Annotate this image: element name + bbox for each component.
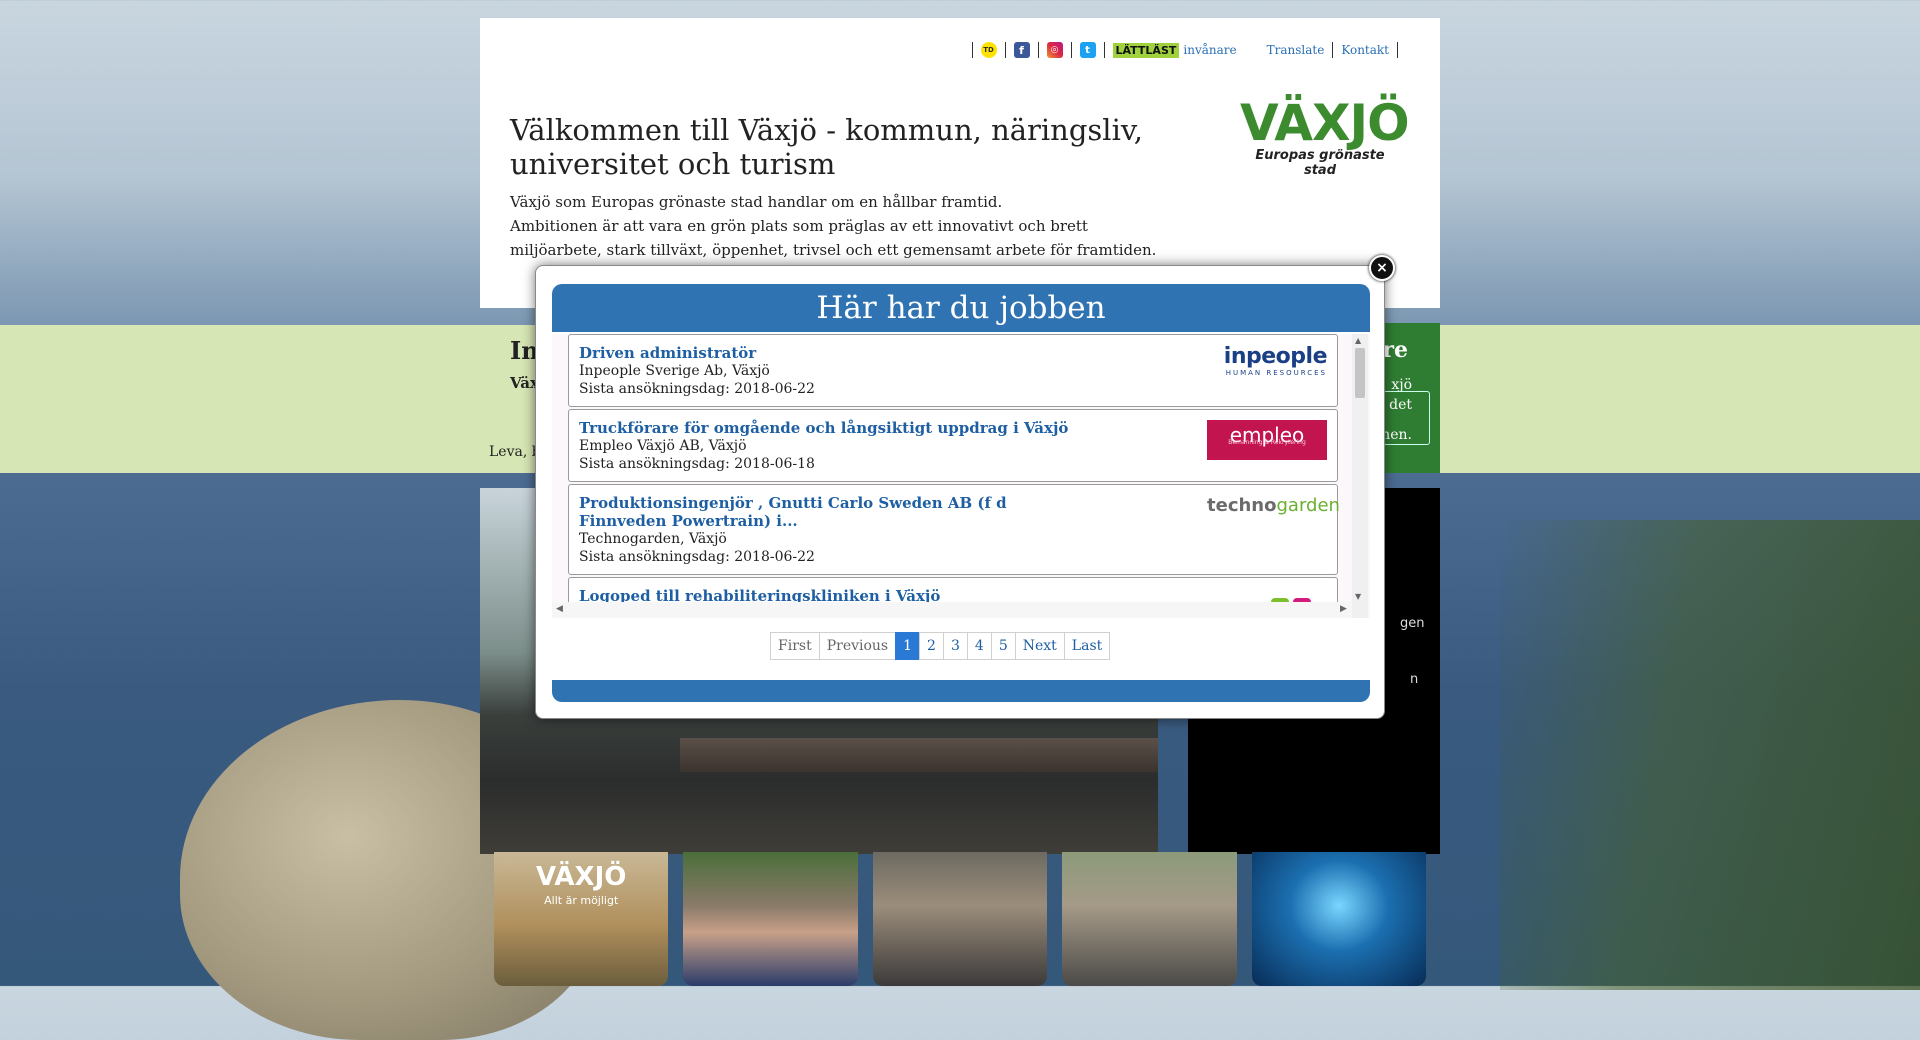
- logo-text: inpeople: [1223, 344, 1328, 369]
- logo-text-part: techno: [1207, 495, 1277, 516]
- thumbnail-concert[interactable]: [1251, 852, 1427, 986]
- logo-text-part: garden: [1276, 495, 1340, 516]
- close-icon[interactable]: ×: [1369, 255, 1395, 281]
- intro-line-1: Växjö som Europas grönaste stad handlar …: [510, 193, 1003, 211]
- pagination-last[interactable]: Last: [1063, 632, 1111, 660]
- thumbnail-title: VÄXJÖ: [536, 862, 627, 892]
- job-item: Truckförare för omgående och långsiktigt…: [568, 409, 1338, 482]
- news-link[interactable]: n: [1410, 672, 1418, 687]
- separator: [971, 42, 973, 58]
- logo-tagline: Europas grönaste stad: [1255, 148, 1385, 178]
- horizontal-scrollbar[interactable]: ◀ ▶: [552, 602, 1352, 618]
- jobs-scroll-area[interactable]: Driven administratör Inpeople Sverige Ab…: [552, 334, 1370, 618]
- technogarden-logo[interactable]: technogarden: [1207, 495, 1340, 535]
- thumbnail-row: VÄXJÖ Allt är möjligt: [494, 852, 1427, 986]
- pagination-next[interactable]: Next: [1014, 632, 1065, 660]
- logo-subtext: Bemanning & Rekrytering: [1228, 439, 1306, 446]
- vertical-scrollbar-thumb[interactable]: [1355, 348, 1365, 398]
- modal-title: Här har du jobben: [552, 284, 1370, 332]
- twitter-icon[interactable]: t: [1079, 42, 1096, 58]
- separator: [1103, 42, 1105, 58]
- separator: [1004, 42, 1006, 58]
- facebook-icon[interactable]: f: [1013, 42, 1030, 58]
- instagram-icon[interactable]: ◎: [1046, 42, 1063, 58]
- inpeople-logo[interactable]: inpeople HUMAN RESOURCES: [1207, 344, 1328, 385]
- section-caption: Leva, b: [489, 444, 541, 460]
- thumbnail-subtitle: Allt är möjligt: [544, 894, 619, 907]
- translate-link[interactable]: Translate: [1267, 43, 1325, 57]
- thumbnail-street[interactable]: [872, 852, 1048, 986]
- top-links-bar: TD f ◎ t LÄTTLÄST invånare Translate Kon…: [964, 42, 1407, 58]
- job-title-link[interactable]: Produktionsingenjör , Gnutti Carlo Swede…: [579, 494, 1099, 530]
- pagination-page-5[interactable]: 5: [990, 632, 1016, 660]
- job-item: Driven administratör Inpeople Sverige Ab…: [568, 334, 1338, 407]
- jobs-list: Driven administratör Inpeople Sverige Ab…: [568, 334, 1340, 618]
- logo-wordmark: VÄXJÖ: [1240, 94, 1410, 152]
- separator: [1070, 42, 1072, 58]
- job-deadline: Sista ansökningsdag: 2018-06-22: [579, 549, 815, 565]
- kontakt-link[interactable]: Kontakt: [1341, 43, 1389, 57]
- pagination: First Previous 1 2 3 4 5 Next Last: [770, 632, 1111, 660]
- thumbnail-vaxjo[interactable]: VÄXJÖ Allt är möjligt: [494, 852, 669, 986]
- background-grass-image: [1500, 520, 1920, 990]
- logo-text: technogarden: [1207, 495, 1340, 516]
- lattlast-badge[interactable]: LÄTTLÄST: [1112, 42, 1180, 58]
- invanare-link[interactable]: invånare: [1183, 43, 1236, 57]
- thumbnail-people[interactable]: [1062, 852, 1237, 986]
- logo-box: empleo Bemanning & Rekrytering: [1207, 420, 1327, 460]
- pagination-page-4[interactable]: 4: [966, 632, 992, 660]
- pagination-first[interactable]: First: [770, 632, 820, 660]
- scroll-left-arrow-icon[interactable]: ◀: [556, 604, 563, 614]
- pagination-page-2[interactable]: 2: [919, 632, 944, 660]
- news-link[interactable]: gen: [1400, 616, 1425, 631]
- vertical-scrollbar[interactable]: ▲ ▼: [1352, 334, 1368, 618]
- intro-line-2: Ambitionen är att vara en grön plats som…: [510, 217, 1157, 259]
- thumbnail-portrait[interactable]: [683, 852, 858, 986]
- job-title-link[interactable]: Driven administratör: [579, 344, 1099, 362]
- logo-subtext: HUMAN RESOURCES: [1225, 369, 1327, 377]
- modal-footer: [552, 680, 1370, 702]
- scroll-down-arrow-icon[interactable]: ▼: [1355, 592, 1361, 601]
- scroll-up-arrow-icon[interactable]: ▲: [1355, 336, 1361, 345]
- separator: [1037, 42, 1039, 58]
- vaxjo-logo[interactable]: VÄXJÖ Europas grönaste stad: [1240, 94, 1410, 188]
- separator: [1397, 42, 1398, 58]
- empleo-logo[interactable]: empleo Bemanning & Rekrytering: [1207, 420, 1327, 460]
- job-item: Produktionsingenjör , Gnutti Carlo Swede…: [568, 484, 1340, 575]
- intro-text: Växjö som Europas grönaste stad handlar …: [510, 190, 1170, 262]
- promo-title: re: [1382, 337, 1408, 363]
- hero-canopy: [680, 738, 1158, 772]
- separator: [1332, 42, 1334, 58]
- page-title: Välkommen till Växjö - kommun, näringsli…: [510, 113, 1144, 181]
- pagination-page-1[interactable]: 1: [895, 632, 921, 660]
- jobs-modal: Här har du jobben Driven administratör I…: [535, 265, 1385, 719]
- pagination-previous[interactable]: Previous: [818, 632, 897, 660]
- scroll-right-arrow-icon[interactable]: ▶: [1340, 604, 1347, 614]
- pagination-page-3[interactable]: 3: [942, 632, 968, 660]
- job-title-link[interactable]: Truckförare för omgående och långsiktigt…: [579, 419, 1099, 437]
- td-icon[interactable]: TD: [980, 42, 997, 58]
